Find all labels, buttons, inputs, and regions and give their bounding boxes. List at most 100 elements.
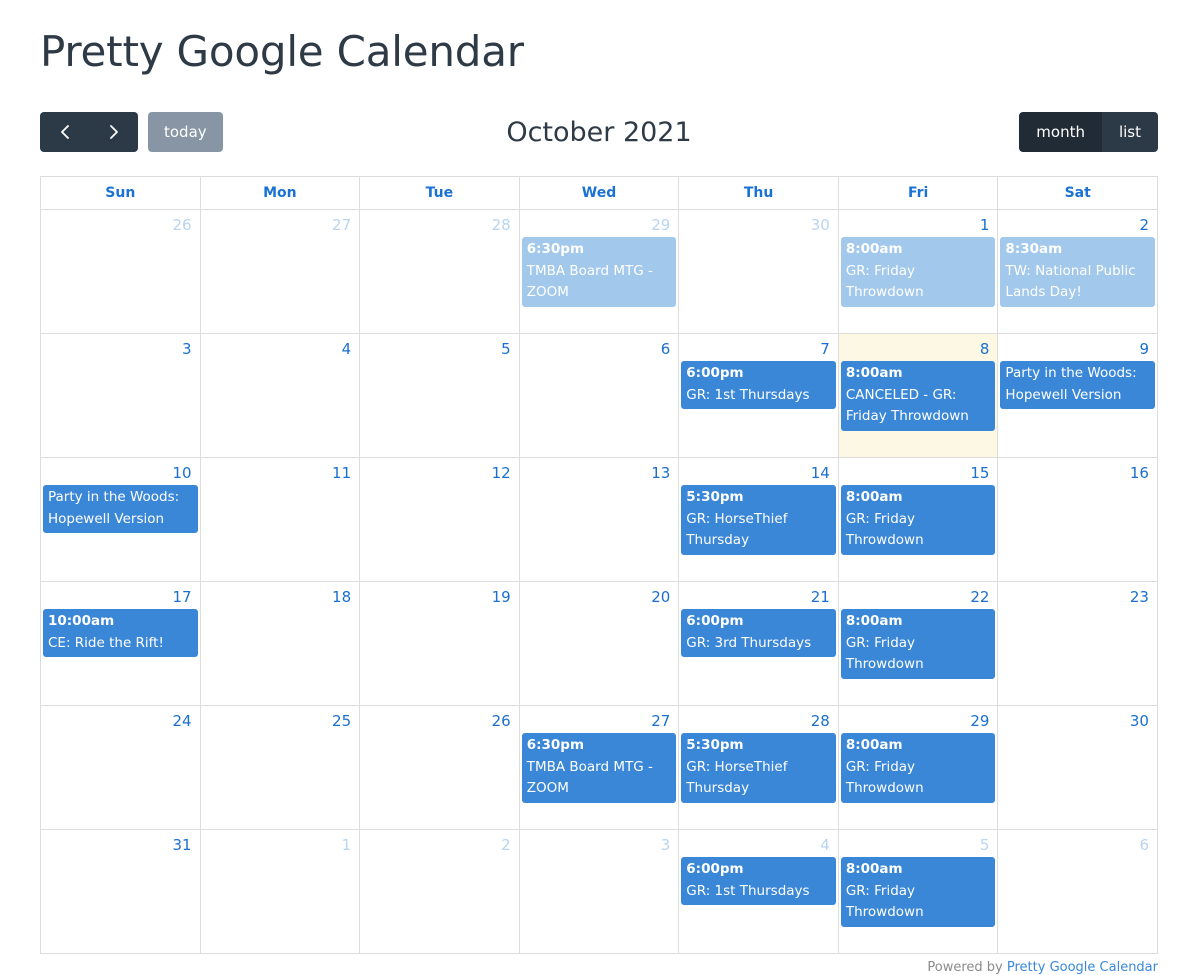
calendar-event[interactable]: 6:30pm TMBA Board MTG - ZOOM — [521, 733, 677, 803]
event-title: GR: Friday Throwdown — [845, 634, 924, 673]
day-cell[interactable]: 6 — [519, 334, 680, 459]
footer-link[interactable]: Pretty Google Calendar — [1007, 960, 1158, 975]
event-time: 6:30pm — [526, 737, 585, 754]
day-cell[interactable]: 20 — [519, 582, 680, 707]
calendar-event[interactable]: Party in the Woods: Hopewell Version — [43, 485, 198, 534]
day-cell[interactable]: 5 8:00am GR: Friday Throwdown — [838, 830, 999, 955]
day-cell-today[interactable]: 8 8:00am CANCELED - GR: Friday Throwdown — [838, 334, 999, 459]
day-cell[interactable]: 9 Party in the Woods: Hopewell Version — [998, 334, 1158, 459]
calendar-event[interactable]: 8:00am GR: Friday Throwdown — [840, 609, 996, 679]
calendar-event[interactable]: 6:00pm GR: 3rd Thursdays — [681, 609, 836, 658]
day-cell[interactable]: 2 — [360, 830, 520, 955]
calendar-event[interactable]: 8:00am GR: Friday Throwdown — [840, 733, 996, 803]
day-number: 23 — [1129, 588, 1149, 607]
day-cell[interactable]: 26 — [41, 210, 201, 335]
day-cell[interactable]: 18 — [200, 582, 361, 707]
calendar-event[interactable]: 5:30pm GR: HorseThief Thursday — [681, 733, 836, 803]
day-events — [201, 236, 360, 240]
day-number: 24 — [172, 712, 192, 731]
calendar-event[interactable]: 10:00am CE: Ride the Rift! — [43, 609, 198, 658]
footer: Powered by Pretty Google Calendar — [40, 954, 1158, 975]
day-cell[interactable]: 27 6:30pm TMBA Board MTG - ZOOM — [519, 706, 680, 831]
day-number: 7 — [820, 340, 830, 359]
view-month-button[interactable]: month — [1019, 112, 1102, 153]
calendar-event[interactable]: 5:30pm GR: HorseThief Thursday — [681, 485, 836, 555]
day-events: Party in the Woods: Hopewell Version — [41, 484, 200, 538]
prev-month-button[interactable] — [40, 112, 89, 153]
calendar-week-row: 10 Party in the Woods: Hopewell Version 11… — [41, 458, 1158, 583]
day-cell[interactable]: 12 — [360, 458, 520, 583]
day-cell[interactable]: 1 8:00am GR: Friday Throwdown — [838, 210, 999, 335]
day-number: 18 — [332, 588, 352, 607]
day-cell[interactable]: 28 5:30pm GR: HorseThief Thursday — [679, 706, 839, 831]
day-cell[interactable]: 30 — [679, 210, 839, 335]
day-cell[interactable]: 19 — [360, 582, 520, 707]
day-cell[interactable]: 6 — [998, 830, 1158, 955]
day-cell[interactable]: 11 — [200, 458, 361, 583]
day-cell[interactable]: 25 — [200, 706, 361, 831]
today-button[interactable]: today — [148, 112, 223, 153]
day-cell[interactable]: 4 — [200, 334, 361, 459]
calendar-event[interactable]: 6:00pm GR: 1st Thursdays — [681, 857, 836, 906]
day-cell[interactable]: 3 — [519, 830, 680, 955]
day-events: 8:00am GR: Friday Throwdown — [839, 608, 998, 684]
day-events — [520, 608, 679, 612]
day-events: 8:00am GR: Friday Throwdown — [839, 856, 998, 932]
day-cell[interactable]: 7 6:00pm GR: 1st Thursdays — [679, 334, 839, 459]
day-cell[interactable]: 26 — [360, 706, 520, 831]
day-cell[interactable]: 22 8:00am GR: Friday Throwdown — [838, 582, 999, 707]
day-events — [998, 856, 1157, 860]
calendar-event[interactable]: 8:00am CANCELED - GR: Friday Throwdown — [840, 361, 996, 431]
calendar-event[interactable]: 8:00am GR: Friday Throwdown — [840, 237, 996, 307]
day-events — [360, 360, 519, 364]
day-of-week-header: Sun Mon Tue Wed Thu Fri Sat — [41, 177, 1158, 211]
next-month-button[interactable] — [89, 112, 138, 153]
day-cell[interactable]: 2 8:30am TW: National Public Lands Day! — [998, 210, 1158, 335]
day-cell[interactable]: 29 6:30pm TMBA Board MTG - ZOOM — [519, 210, 680, 335]
day-events: 8:00am GR: Friday Throwdown — [839, 484, 998, 560]
day-cell[interactable]: 4 6:00pm GR: 1st Thursdays — [679, 830, 839, 955]
day-events — [360, 856, 519, 860]
day-cell[interactable]: 16 — [998, 458, 1158, 583]
day-number: 22 — [970, 588, 990, 607]
calendar-event[interactable]: 8:00am GR: Friday Throwdown — [840, 485, 996, 555]
calendar-event[interactable]: 6:30pm TMBA Board MTG - ZOOM — [521, 237, 677, 307]
day-cell[interactable]: 14 5:30pm GR: HorseThief Thursday — [679, 458, 839, 583]
day-number: 1 — [341, 836, 352, 855]
day-cell[interactable]: 10 Party in the Woods: Hopewell Version — [41, 458, 201, 583]
day-cell[interactable]: 23 — [998, 582, 1158, 707]
calendar-event[interactable]: 8:00am GR: Friday Throwdown — [840, 857, 996, 927]
day-events — [41, 360, 200, 364]
day-cell[interactable]: 15 8:00am GR: Friday Throwdown — [838, 458, 999, 583]
day-number: 10 — [172, 464, 192, 483]
day-cell[interactable]: 5 — [360, 334, 520, 459]
event-title: GR: HorseThief Thursday — [686, 758, 788, 797]
day-events — [201, 360, 360, 364]
calendar-event[interactable]: 6:00pm GR: 1st Thursdays — [681, 361, 836, 410]
day-cell[interactable]: 29 8:00am GR: Friday Throwdown — [838, 706, 999, 831]
calendar-event[interactable]: Party in the Woods: Hopewell Version — [1000, 361, 1155, 410]
event-time: 10:00am — [48, 613, 115, 630]
day-cell[interactable]: 30 — [998, 706, 1158, 831]
day-events: 8:00am GR: Friday Throwdown — [839, 236, 998, 312]
day-cell[interactable]: 27 — [200, 210, 361, 335]
event-title: GR: Friday Throwdown — [845, 262, 924, 301]
day-header-tue: Tue — [360, 177, 520, 211]
day-cell[interactable]: 13 — [519, 458, 680, 583]
view-switcher: month list — [1019, 112, 1158, 153]
day-cell[interactable]: 1 — [200, 830, 361, 955]
event-title: TW: National Public Lands Day! — [1005, 262, 1136, 301]
day-number: 29 — [970, 712, 990, 731]
day-cell[interactable]: 28 — [360, 210, 520, 335]
day-events — [520, 360, 679, 364]
day-cell[interactable]: 31 — [41, 830, 201, 955]
view-list-button[interactable]: list — [1101, 112, 1158, 153]
calendar-week-row: 31 1 2 3 4 6:00pm GR: 1st Thursdays 5 8:00am GR: … — [41, 830, 1158, 955]
calendar-weeks: 26 27 28 29 6:30pm TMBA Board MTG - ZOOM 30 1 8:… — [41, 210, 1158, 955]
day-cell[interactable]: 17 10:00am CE: Ride the Rift! — [41, 582, 201, 707]
day-events — [201, 608, 360, 612]
day-cell[interactable]: 3 — [41, 334, 201, 459]
day-cell[interactable]: 21 6:00pm GR: 3rd Thursdays — [679, 582, 839, 707]
calendar-event[interactable]: 8:30am TW: National Public Lands Day! — [1000, 237, 1155, 307]
day-cell[interactable]: 24 — [41, 706, 201, 831]
